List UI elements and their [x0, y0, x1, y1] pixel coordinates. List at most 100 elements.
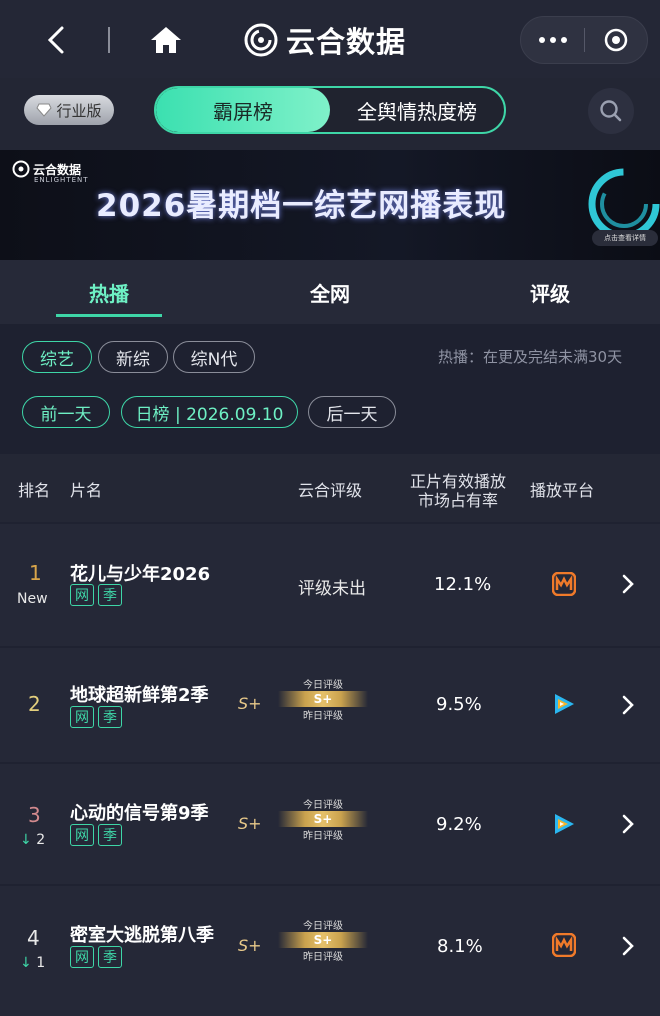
- banner-logo-icon: [12, 160, 30, 178]
- yesterday-grade-label: 昨日评级: [303, 831, 343, 842]
- header-platform: 播放平台: [530, 481, 595, 500]
- next-day-button[interactable]: 后一天: [308, 396, 396, 428]
- home-button[interactable]: [146, 20, 186, 60]
- chevron-right-icon: [622, 936, 634, 956]
- header-title: 片名: [70, 481, 103, 500]
- header-grade: 云合评级: [298, 481, 363, 500]
- row-grade: S+: [238, 694, 262, 713]
- industry-edition-badge[interactable]: 行业版: [24, 95, 114, 125]
- today-grade-bar: S+: [278, 811, 368, 827]
- row-title: 心动的信号第9季: [70, 803, 209, 824]
- close-mini-program-button[interactable]: [585, 17, 647, 63]
- row-grade-status: 评级未出: [298, 579, 366, 599]
- rank-change-value: 2: [36, 832, 46, 848]
- home-icon: [151, 27, 181, 53]
- target-close-icon: [604, 28, 628, 52]
- banner-logo-text: 云合数据: [33, 162, 82, 177]
- promo-banner[interactable]: 云合数据 ENLIGHTENT 2026暑期档一综艺网播表现 点击查看详情: [0, 150, 660, 260]
- table-row[interactable]: 4 ↓ 1 密室大逃脱第八季 网 季 S+ 今日评级 S+ 昨日评级 8.1%: [0, 886, 660, 1016]
- row-rank: 3: [28, 803, 41, 827]
- row-market-share: 9.2%: [436, 814, 482, 835]
- row-rank: 4: [27, 926, 40, 950]
- yesterday-grade-label: 昨日评级: [303, 711, 343, 722]
- filter-note: 热播：在更及完结未满30天: [438, 348, 623, 366]
- chevron-right-icon: [622, 814, 634, 834]
- ranking-segment-control: 霸屏榜 全舆情热度榜: [154, 86, 506, 134]
- row-tags: 网 季: [70, 584, 122, 606]
- row-tags: 网 季: [70, 946, 122, 968]
- mango-tv-icon: [552, 572, 576, 596]
- more-button[interactable]: [521, 17, 584, 63]
- tab-sentiment-heat-chart[interactable]: 全舆情热度榜: [330, 88, 504, 132]
- row-tags: 网 季: [70, 824, 122, 846]
- grade-comparison: 今日评级 S+ 昨日评级: [278, 676, 368, 722]
- diamond-icon: [36, 103, 53, 117]
- banner-view-details-button[interactable]: 点击查看详情: [592, 230, 658, 246]
- filter-variety[interactable]: 综艺: [22, 341, 92, 373]
- active-tab-indicator: [56, 314, 162, 317]
- table-row[interactable]: 2 地球超新鲜第2季 网 季 S+ 今日评级 S+ 昨日评级 9.5%: [0, 648, 660, 762]
- tab-dominance-chart[interactable]: 霸屏榜: [156, 88, 330, 132]
- today-grade-bar: S+: [278, 932, 368, 948]
- banner-logo-subtext: ENLIGHTENT: [34, 176, 89, 184]
- tag-season: 季: [98, 706, 122, 728]
- tencent-video-icon: [555, 814, 574, 834]
- today-grade-bar: S+: [278, 691, 368, 707]
- row-title: 密室大逃脱第八季: [70, 925, 214, 946]
- search-button[interactable]: [588, 88, 634, 134]
- tag-season: 季: [98, 584, 122, 606]
- row-rank: 2: [28, 692, 41, 716]
- row-rank-change: ↓ 2: [20, 832, 46, 848]
- row-market-share: 12.1%: [434, 574, 492, 595]
- row-tags: 网 季: [70, 706, 122, 728]
- table-row[interactable]: 3 ↓ 2 心动的信号第9季 网 季 S+ 今日评级 S+ 昨日评级 9.2%: [0, 764, 660, 884]
- top-bar: 云合数据: [0, 0, 660, 78]
- app-brand: 云合数据: [244, 18, 406, 62]
- row-market-share: 9.5%: [436, 694, 482, 715]
- row-grade: S+: [238, 814, 262, 833]
- today-grade-label: 今日评级: [303, 800, 343, 811]
- tag-web: 网: [70, 706, 94, 728]
- grade-comparison: 今日评级 S+ 昨日评级: [278, 917, 368, 963]
- more-dots-icon: [538, 37, 545, 43]
- tab-all-network[interactable]: 全网: [276, 260, 384, 324]
- mini-program-capsule: [520, 16, 648, 64]
- filter-new-show[interactable]: 新综: [98, 341, 168, 373]
- tag-web: 网: [70, 946, 94, 968]
- grade-comparison: 今日评级 S+ 昨日评级: [278, 796, 368, 842]
- banner-logo: 云合数据 ENLIGHTENT: [12, 160, 88, 184]
- tencent-video-icon: [555, 694, 574, 714]
- tag-web: 网: [70, 824, 94, 846]
- table-row[interactable]: 1 New 花儿与少年2026 网 季 评级未出 12.1%: [0, 524, 660, 646]
- header-rank: 排名: [18, 481, 51, 500]
- row-market-share: 8.1%: [437, 936, 483, 957]
- row-rank-change: ↓ 1: [20, 955, 46, 971]
- today-grade-label: 今日评级: [303, 921, 343, 932]
- tab-rating[interactable]: 评级: [496, 260, 604, 324]
- nav-divider: [108, 27, 110, 53]
- brand-logo-icon: [244, 23, 278, 57]
- tag-season: 季: [98, 946, 122, 968]
- row-title: 花儿与少年2026: [70, 564, 211, 585]
- today-grade-label: 今日评级: [303, 680, 343, 691]
- chevron-right-icon: [622, 695, 634, 715]
- badge-label: 行业版: [56, 101, 102, 120]
- tag-season: 季: [98, 824, 122, 846]
- chevron-right-icon: [622, 574, 634, 594]
- filter-nth-season[interactable]: 综N代: [173, 341, 255, 373]
- table-header: 排名 片名 云合评级 正片有效播放 市场占有率 播放平台: [0, 454, 660, 522]
- row-title: 地球超新鲜第2季: [70, 685, 209, 706]
- back-button[interactable]: [38, 22, 74, 58]
- rank-change-value: 1: [36, 955, 46, 971]
- banner-title: 2026暑期档一综艺网播表现: [96, 188, 507, 224]
- tag-web: 网: [70, 584, 94, 606]
- row-grade: S+: [238, 936, 262, 955]
- filter-panel: [0, 324, 660, 454]
- row-rank: 1: [29, 561, 42, 585]
- yesterday-grade-label: 昨日评级: [303, 952, 343, 963]
- prev-day-button[interactable]: 前一天: [22, 396, 110, 428]
- header-share-line2: 市场占有率: [418, 491, 499, 510]
- chevron-left-icon: [47, 26, 64, 54]
- row-rank-change: New: [17, 591, 48, 607]
- date-selector[interactable]: 日榜 | 2026.09.10: [121, 396, 298, 428]
